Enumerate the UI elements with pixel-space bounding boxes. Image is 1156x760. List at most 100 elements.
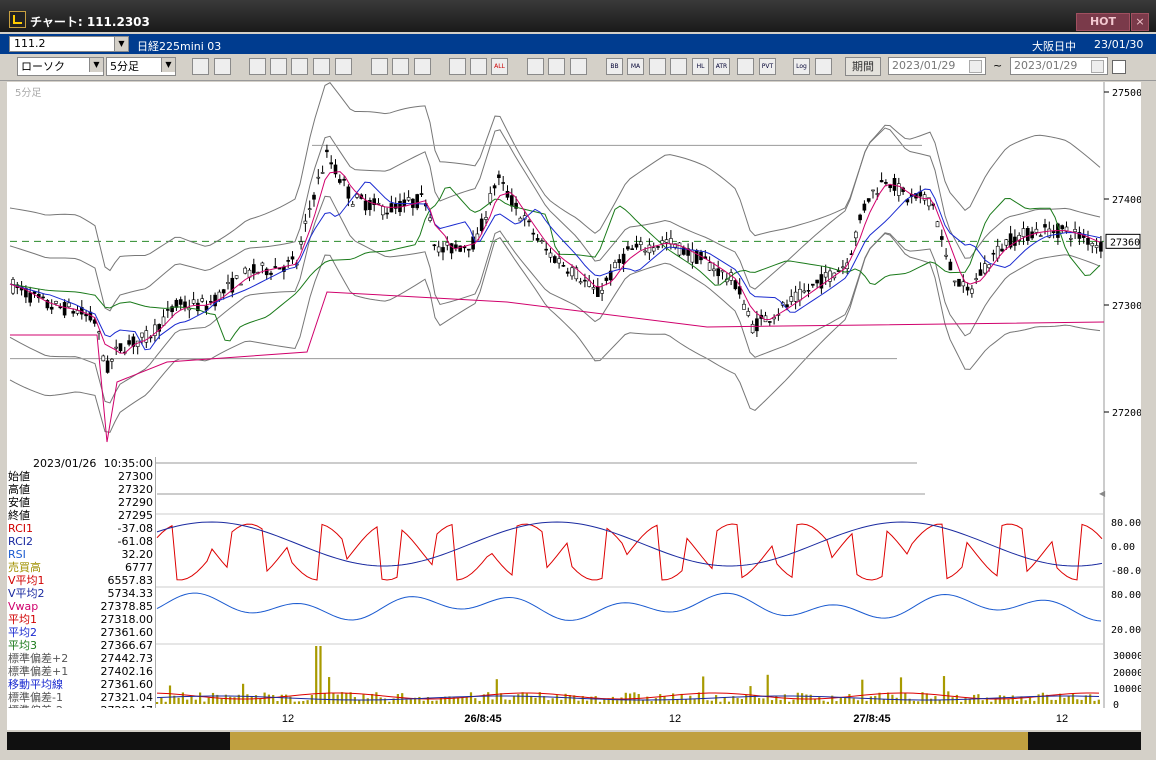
compare-tool-button[interactable]	[313, 58, 330, 75]
volume-bar	[500, 693, 503, 704]
pen-tool-button[interactable]	[371, 58, 388, 75]
volume-bar	[469, 692, 473, 704]
info-label: RCI1	[8, 522, 34, 535]
info-row: RCI2 -61.08	[7, 535, 155, 548]
box-tool-button[interactable]	[449, 58, 466, 75]
candle-body	[509, 195, 514, 207]
info-panel: 2023/01/26 10:35:00 始値 27300 高値 27320 安値 27290 終…	[7, 457, 156, 729]
candle-body	[978, 269, 983, 276]
cursor-tool-button[interactable]	[214, 58, 231, 75]
volume-bar	[616, 700, 619, 704]
eraser-tool-button[interactable]	[335, 58, 352, 75]
volume-bar	[1011, 695, 1014, 704]
bb-tool-button[interactable]: BB	[606, 58, 623, 75]
candle-body	[501, 182, 506, 184]
candle-body	[544, 248, 549, 251]
interval-select[interactable]: 5分足 ▼	[106, 57, 176, 76]
hot-button[interactable]: HOT	[1076, 13, 1130, 31]
calendar-icon[interactable]	[1091, 60, 1104, 73]
symbol-code-select[interactable]: 111.2 ▼	[9, 36, 129, 52]
volume-bar	[835, 701, 838, 704]
candle-body	[269, 272, 273, 275]
candle-body	[252, 264, 256, 274]
zoom-tool-button[interactable]	[270, 58, 287, 75]
candle-body	[617, 259, 622, 264]
candle-body	[841, 266, 845, 269]
chevron-down-icon[interactable]: ▼	[161, 58, 175, 72]
volume-bar	[259, 698, 262, 704]
info-label: 2023/01/26	[33, 457, 97, 470]
candle-body	[105, 360, 110, 373]
candle-body	[110, 358, 114, 362]
candle-body	[1051, 231, 1056, 234]
export-tool-button[interactable]	[815, 58, 832, 75]
candle-body	[982, 263, 987, 274]
info-value: 32.20	[121, 548, 154, 561]
drag-tool-button[interactable]	[249, 58, 266, 75]
close-button[interactable]: ×	[1131, 13, 1149, 31]
rci-tick-label: 80.00	[1111, 518, 1141, 529]
info-value: 27361.60	[100, 678, 154, 691]
date-from-input[interactable]: 2023/01/29	[888, 57, 986, 75]
date-to-input[interactable]: 2023/01/29	[1010, 57, 1108, 75]
volume-bar	[156, 701, 159, 704]
arrow-tool-button[interactable]	[392, 58, 409, 75]
chart-canvas[interactable]: 27500 27400 27300 27200 5分足 27360 ◀ 80.00 0.00 -8…	[7, 82, 1147, 711]
volume-bar	[839, 697, 842, 704]
chart-svg[interactable]: 27500 27400 27300 27200 5分足 27360 ◀ 80.00 0.00 -8…	[7, 82, 1147, 711]
candle-body	[329, 162, 334, 165]
candle-body	[716, 268, 721, 277]
candle-body	[355, 193, 359, 198]
log-tool-button[interactable]: Log	[793, 58, 810, 75]
candle-body	[479, 218, 484, 231]
volume-bar	[925, 693, 928, 704]
pa-tool-button[interactable]	[737, 58, 754, 75]
volume-bar	[1037, 694, 1040, 704]
candle-body	[755, 318, 759, 332]
paint-tool-button[interactable]	[548, 58, 565, 75]
range-checkbox[interactable]	[1112, 60, 1126, 74]
title-bar[interactable]: チャート: 111.2303 HOT ×	[0, 0, 1156, 32]
pvt-tool-button[interactable]: PVT	[759, 58, 776, 75]
info-label: 始値	[8, 470, 30, 483]
atr-tool-button[interactable]: ATR	[713, 58, 730, 75]
range-tool-button[interactable]	[470, 58, 487, 75]
volume-bar	[938, 699, 941, 704]
chart-type-select[interactable]: ローソク ▼	[17, 57, 104, 76]
candle-body	[166, 309, 170, 311]
candle-body	[922, 194, 927, 201]
candle-body	[866, 198, 871, 202]
candle-body	[1094, 245, 1099, 248]
candle-body	[1086, 237, 1090, 245]
candle-tool-button[interactable]	[527, 58, 544, 75]
hl-tool-button[interactable]: HL	[692, 58, 709, 75]
calendar-icon[interactable]	[969, 60, 982, 73]
bb2-tool-button[interactable]	[649, 58, 666, 75]
candle-body	[853, 231, 858, 239]
time-axis-label: 12	[1056, 713, 1068, 725]
time-axis: 12 26/8:45 12 27/8:45 12	[7, 708, 1141, 730]
ma-tool-button[interactable]: MA	[627, 58, 644, 75]
bar-tool-button[interactable]	[291, 58, 308, 75]
price-tick-label: 27400	[1112, 195, 1141, 206]
volume-bar	[1003, 695, 1006, 704]
volume-bar	[826, 701, 829, 704]
info-value: 27366.67	[100, 639, 154, 652]
volume-bar	[1054, 699, 1057, 704]
navigator-selection[interactable]	[230, 732, 1028, 750]
search-tool-button[interactable]	[192, 58, 209, 75]
volume-tick-label: 10000	[1113, 684, 1141, 695]
candle-body	[342, 178, 346, 181]
volume-bar	[401, 693, 404, 704]
hl-mean-tool-button[interactable]	[670, 58, 687, 75]
period-button[interactable]: 期間	[845, 57, 881, 76]
candle-body	[798, 288, 802, 301]
brush-tool-button[interactable]	[414, 58, 431, 75]
chevron-down-icon[interactable]: ▼	[89, 58, 103, 72]
candle-body	[299, 241, 303, 245]
palette-tool-button[interactable]	[570, 58, 587, 75]
all-tool-button[interactable]: ALL	[491, 58, 508, 75]
volume-bar	[719, 701, 722, 704]
candle-body	[785, 304, 789, 308]
chevron-down-icon[interactable]: ▼	[114, 37, 128, 51]
